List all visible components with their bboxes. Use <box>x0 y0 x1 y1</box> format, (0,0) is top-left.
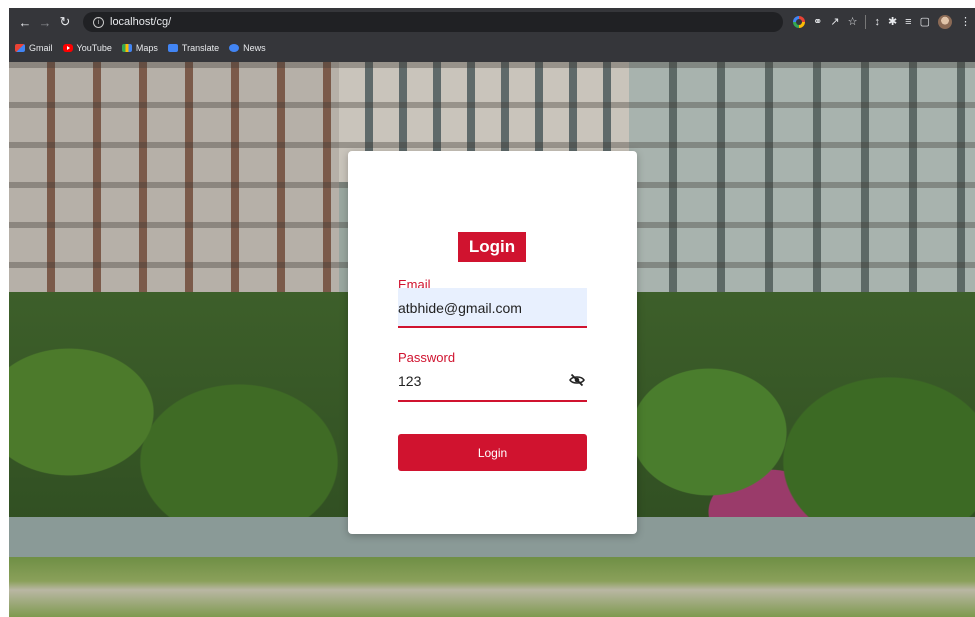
bookmark-gmail[interactable]: Gmail <box>15 43 53 53</box>
toolbar-divider <box>865 15 867 29</box>
profile-avatar[interactable] <box>938 15 952 29</box>
bookmark-label: News <box>243 43 266 53</box>
login-title: Login <box>458 232 526 262</box>
email-input[interactable] <box>398 300 578 316</box>
login-card: Login Email Password Login <box>348 151 637 534</box>
bookmark-maps[interactable]: Maps <box>121 43 158 53</box>
back-icon[interactable]: ← <box>15 15 35 30</box>
bookmark-star-icon[interactable]: ☆ <box>848 16 858 28</box>
google-lens-icon[interactable] <box>793 16 806 28</box>
site-info-icon[interactable]: i <box>93 16 104 28</box>
translate-icon <box>167 44 178 52</box>
bookmark-translate[interactable]: Translate <box>167 43 220 53</box>
bookmark-label: Translate <box>181 43 220 53</box>
side-panel-icon[interactable]: ▢ <box>920 16 930 28</box>
password-key-icon[interactable]: ⚭ <box>813 16 822 28</box>
ground <box>9 557 975 617</box>
extensions-puzzle-icon[interactable]: ✱ <box>888 16 897 28</box>
login-button[interactable]: Login <box>398 434 587 471</box>
bookmarks-bar: Gmail YouTube Maps Translate News <box>9 36 975 60</box>
browser-chrome: ← → ↻ i localhost/cg/ ⚭ ↗ ☆ ↕ ✱ ≡ ▢ ⋮ Gm… <box>9 8 975 62</box>
email-field[interactable] <box>398 288 587 328</box>
menu-kebab-icon[interactable]: ⋮ <box>960 16 971 28</box>
bookmark-youtube[interactable]: YouTube <box>62 43 112 53</box>
url-text[interactable]: localhost/cg/ <box>110 16 171 28</box>
bookmark-label: Gmail <box>29 43 53 53</box>
bookmark-label: YouTube <box>76 43 112 53</box>
password-label: Password <box>398 350 456 365</box>
extension-icon[interactable]: ↕ <box>874 16 880 28</box>
gmail-icon <box>15 44 25 52</box>
news-icon <box>229 44 240 52</box>
password-field[interactable] <box>398 366 587 402</box>
address-bar[interactable]: i localhost/cg/ <box>83 12 783 32</box>
reading-list-icon[interactable]: ≡ <box>905 16 911 28</box>
bookmark-label: Maps <box>135 43 158 53</box>
reload-icon[interactable]: ↻ <box>55 14 75 30</box>
bookmark-news[interactable]: News <box>229 43 266 53</box>
visibility-off-icon[interactable] <box>569 372 585 388</box>
toolbar-actions: ⚭ ↗ ☆ ↕ ✱ ≡ ▢ ⋮ <box>793 8 971 36</box>
maps-icon <box>121 44 132 52</box>
browser-toolbar: ← → ↻ i localhost/cg/ ⚭ ↗ ☆ ↕ ✱ ≡ ▢ ⋮ <box>9 8 975 36</box>
password-input[interactable] <box>398 373 548 389</box>
youtube-icon <box>62 44 73 52</box>
share-icon[interactable]: ↗ <box>830 16 839 28</box>
forward-icon[interactable]: → <box>35 15 55 30</box>
